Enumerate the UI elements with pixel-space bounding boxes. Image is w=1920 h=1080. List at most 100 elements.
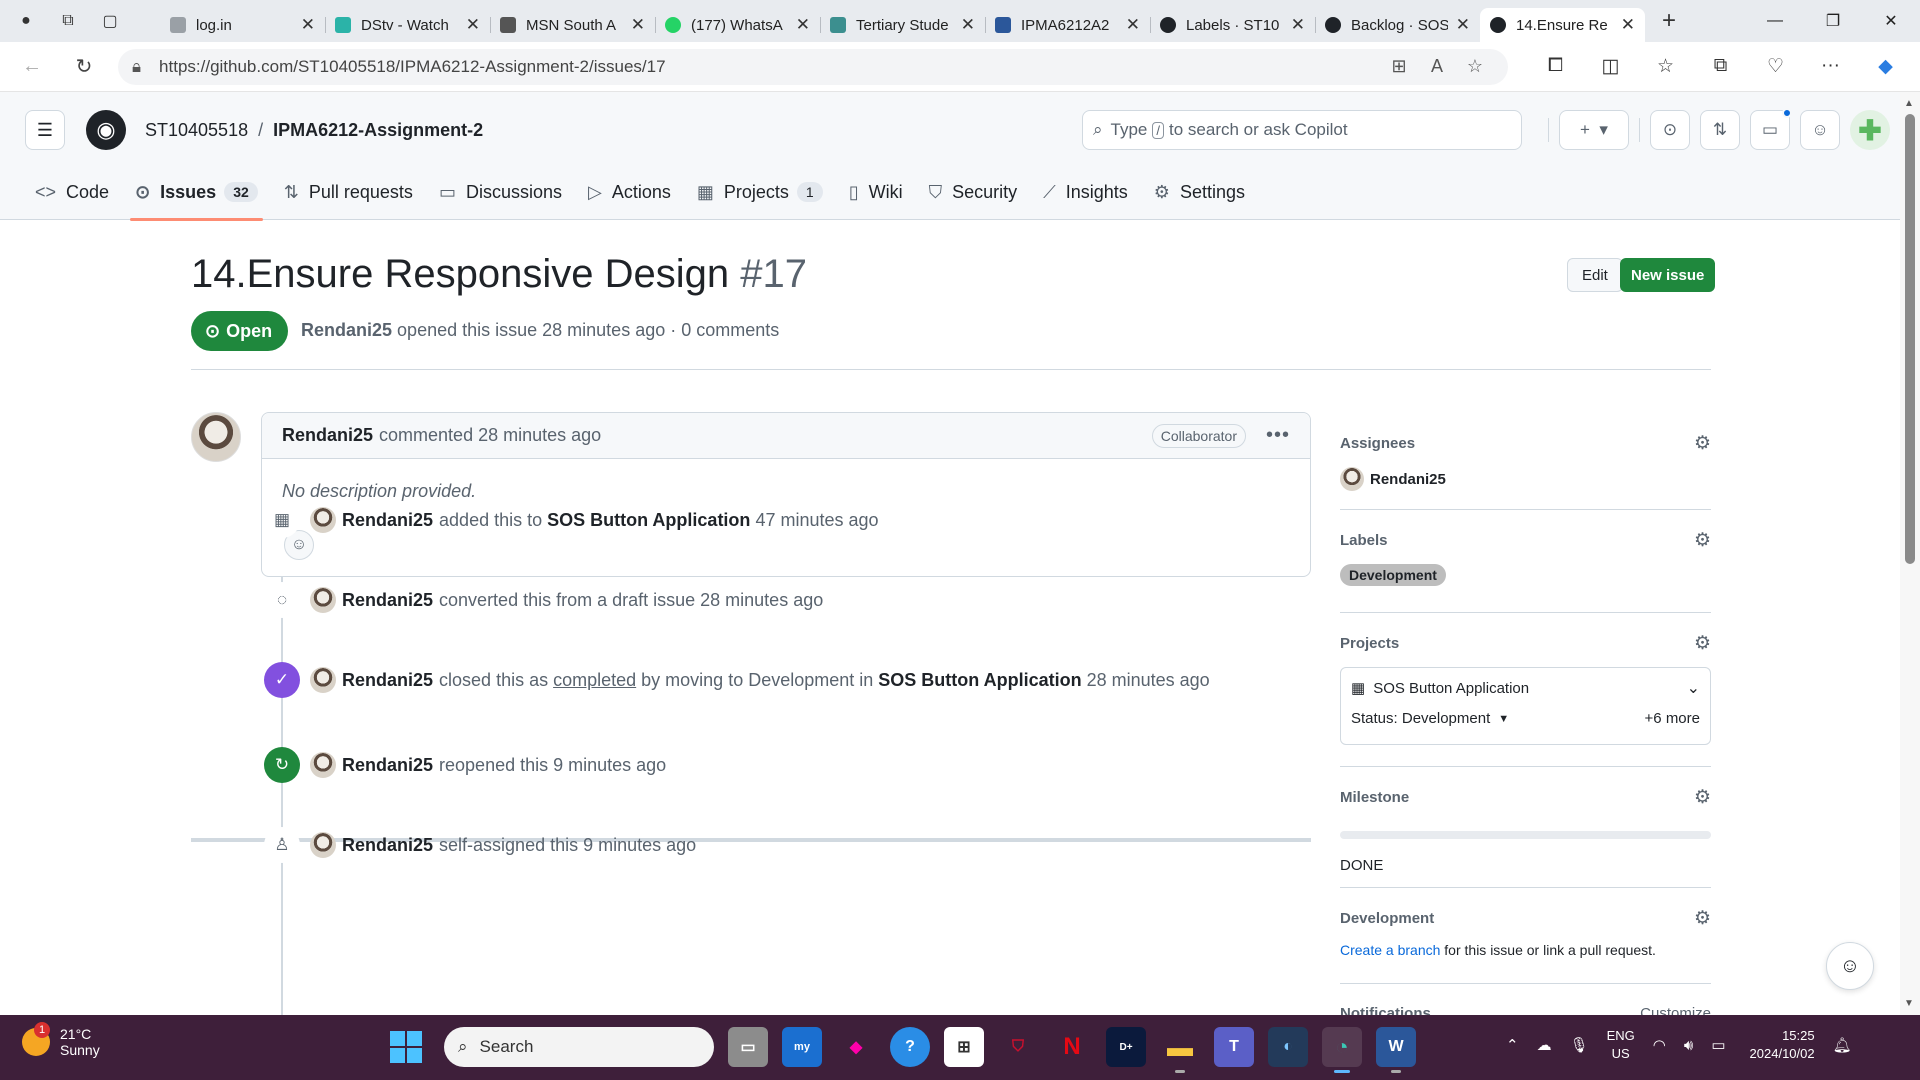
copilot-icon[interactable]: ☺ bbox=[1800, 110, 1840, 150]
close-tab-icon[interactable]: ✕ bbox=[1621, 15, 1635, 35]
close-tab-icon[interactable]: ✕ bbox=[961, 15, 975, 35]
gear-icon[interactable]: ⚙ bbox=[1694, 432, 1711, 455]
edge-browser-icon[interactable]: ◔ bbox=[1322, 1027, 1362, 1073]
restore-icon[interactable]: ❐ bbox=[1804, 0, 1862, 42]
create-branch-link[interactable]: Create a branch bbox=[1340, 942, 1440, 958]
gear-icon[interactable]: ⚙ bbox=[1694, 529, 1711, 552]
wifi-icon[interactable]: ◠ bbox=[1653, 1036, 1666, 1054]
onedrive-icon[interactable]: ☁ bbox=[1537, 1036, 1552, 1054]
project-link[interactable]: SOS Button Application bbox=[547, 510, 750, 531]
gear-icon[interactable]: ⚙ bbox=[1694, 907, 1711, 930]
tab-security[interactable]: ⛉ Security bbox=[916, 164, 1031, 220]
file-explorer-icon[interactable]: ▬ bbox=[1160, 1027, 1200, 1073]
collections-icon[interactable]: ⧉ bbox=[1693, 55, 1748, 78]
close-tab-icon[interactable]: ✕ bbox=[466, 15, 480, 35]
author-link[interactable]: Rendani25 bbox=[301, 320, 392, 340]
gear-icon[interactable]: ⚙ bbox=[1694, 632, 1711, 655]
mylife-app-icon[interactable]: my bbox=[782, 1027, 822, 1067]
comment-timestamp[interactable]: commented 28 minutes ago bbox=[379, 425, 601, 446]
gear-icon[interactable]: ⚙ bbox=[1694, 786, 1711, 809]
avatar[interactable] bbox=[310, 587, 336, 613]
favorite-star-icon[interactable]: ☆ bbox=[1456, 56, 1494, 77]
kebab-horizontal-icon[interactable]: ••• bbox=[1266, 424, 1290, 447]
disney-plus-app-icon[interactable]: D+ bbox=[1106, 1027, 1146, 1067]
project-status[interactable]: Status: Development bbox=[1351, 710, 1490, 727]
url-field[interactable]: 🔒︎ https://github.com/ST10405518/IPMA621… bbox=[118, 48, 1508, 85]
project-more-fields[interactable]: +6 more bbox=[1645, 710, 1700, 727]
windows-start-icon[interactable] bbox=[390, 1031, 422, 1063]
refresh-icon[interactable]: ↻ bbox=[64, 47, 104, 87]
edit-button[interactable]: Edit bbox=[1567, 258, 1623, 292]
event-user[interactable]: Rendani25 bbox=[342, 670, 433, 691]
pull-requests-icon[interactable]: ⇅ bbox=[1700, 110, 1740, 150]
media-app-icon[interactable]: ◐ bbox=[1268, 1027, 1308, 1067]
menu-icon[interactable]: ☰ bbox=[25, 110, 65, 150]
browser-tab[interactable]: DStv - Watch ✕ bbox=[325, 8, 490, 42]
more-icon[interactable]: ··· bbox=[1803, 55, 1858, 78]
app-available-icon[interactable]: ⊞ bbox=[1380, 56, 1418, 77]
new-tab-button[interactable]: + bbox=[1649, 7, 1689, 35]
new-issue-button[interactable]: New issue bbox=[1620, 258, 1716, 292]
store-app-icon[interactable]: ⊞ bbox=[944, 1027, 984, 1067]
favorites-icon[interactable]: ☆ bbox=[1638, 55, 1693, 78]
profile-icon[interactable]: ● bbox=[12, 7, 40, 35]
create-new-button[interactable]: + ▾ bbox=[1559, 110, 1629, 150]
chevron-down-icon[interactable]: ⌄ bbox=[1687, 678, 1700, 698]
owner-link[interactable]: ST10405518 bbox=[145, 120, 248, 141]
search-input[interactable]: ⌕ Type / to search or ask Copilot bbox=[1082, 110, 1522, 150]
weather-widget[interactable]: 1 21°C Sunny bbox=[22, 1022, 100, 1058]
tab-settings[interactable]: ⚙ Settings bbox=[1141, 164, 1258, 220]
tab-actions-icon[interactable]: ▢ bbox=[96, 7, 124, 35]
browser-tab[interactable]: Labels · ST10 ✕ bbox=[1150, 8, 1315, 42]
avatar[interactable] bbox=[310, 667, 336, 693]
close-window-icon[interactable]: ✕ bbox=[1862, 0, 1920, 42]
user-avatar[interactable]: ✚ bbox=[1850, 110, 1890, 150]
close-tab-icon[interactable]: ✕ bbox=[796, 15, 810, 35]
minimize-icon[interactable]: — bbox=[1746, 0, 1804, 42]
avatar[interactable] bbox=[191, 412, 241, 462]
copilot-app-icon[interactable]: ◆ bbox=[836, 1027, 876, 1067]
scroll-down-icon[interactable]: ▼ bbox=[1904, 998, 1914, 1009]
browser-tab[interactable]: MSN South A ✕ bbox=[490, 8, 655, 42]
page-scrollbar[interactable]: ▲ ▼ bbox=[1900, 92, 1920, 1015]
project-name[interactable]: SOS Button Application bbox=[1373, 680, 1529, 697]
copilot-icon[interactable]: ◆ bbox=[1858, 55, 1913, 78]
avatar[interactable] bbox=[310, 507, 336, 533]
netflix-app-icon[interactable]: N bbox=[1052, 1027, 1092, 1067]
workspaces-icon[interactable]: ⧉ bbox=[54, 7, 82, 35]
read-aloud-icon[interactable]: A bbox=[1418, 56, 1456, 77]
event-user[interactable]: Rendani25 bbox=[342, 835, 433, 856]
completed-link[interactable]: completed bbox=[553, 670, 636, 691]
browser-tab[interactable]: Backlog · SOS ✕ bbox=[1315, 8, 1480, 42]
event-user[interactable]: Rendani25 bbox=[342, 755, 433, 776]
microphone-icon[interactable]: 🎙︎ bbox=[1570, 1036, 1589, 1054]
browser-essentials-icon[interactable]: ♡ bbox=[1748, 55, 1803, 78]
event-user[interactable]: Rendani25 bbox=[342, 510, 433, 531]
tab-projects[interactable]: ▦ Projects 1 bbox=[684, 164, 836, 220]
volume-icon[interactable]: 🔊︎ bbox=[1684, 1037, 1693, 1054]
taskbar-search-input[interactable]: ⌕ Search bbox=[444, 1027, 714, 1067]
lock-icon[interactable]: 🔒︎ bbox=[132, 57, 141, 77]
issues-icon[interactable]: ⊙ bbox=[1650, 110, 1690, 150]
copilot-chat-button[interactable]: ☺ bbox=[1826, 942, 1874, 990]
mcafee-app-icon[interactable]: ⛉ bbox=[998, 1027, 1038, 1067]
close-tab-icon[interactable]: ✕ bbox=[301, 15, 315, 35]
split-screen-icon[interactable]: ◫ bbox=[1583, 55, 1638, 78]
language-indicator[interactable]: ENG US bbox=[1607, 1027, 1635, 1063]
event-user[interactable]: Rendani25 bbox=[342, 590, 433, 611]
event-time[interactable]: 28 minutes ago bbox=[1087, 670, 1210, 691]
customize-link[interactable]: Customize bbox=[1640, 1005, 1711, 1015]
browser-tab[interactable]: Tertiary Stude ✕ bbox=[820, 8, 985, 42]
scroll-up-icon[interactable]: ▲ bbox=[1904, 98, 1914, 109]
url-text[interactable]: https://github.com/ST10405518/IPMA6212-A… bbox=[159, 57, 1380, 77]
back-arrow-icon[interactable]: ← bbox=[12, 47, 52, 87]
tab-pull-requests[interactable]: ⇅ Pull requests bbox=[271, 164, 426, 220]
task-view-icon[interactable]: ▭ bbox=[728, 1027, 768, 1067]
assignee[interactable]: Rendani25 bbox=[1340, 467, 1711, 491]
teams-app-icon[interactable]: T bbox=[1214, 1027, 1254, 1067]
project-link[interactable]: SOS Button Application bbox=[878, 670, 1081, 691]
scrollbar-thumb[interactable] bbox=[1905, 114, 1915, 564]
repo-link[interactable]: IPMA6212-Assignment-2 bbox=[273, 120, 483, 141]
extensions-icon[interactable]: ⧠ bbox=[1528, 55, 1583, 78]
milestone-name[interactable]: DONE bbox=[1340, 857, 1711, 874]
